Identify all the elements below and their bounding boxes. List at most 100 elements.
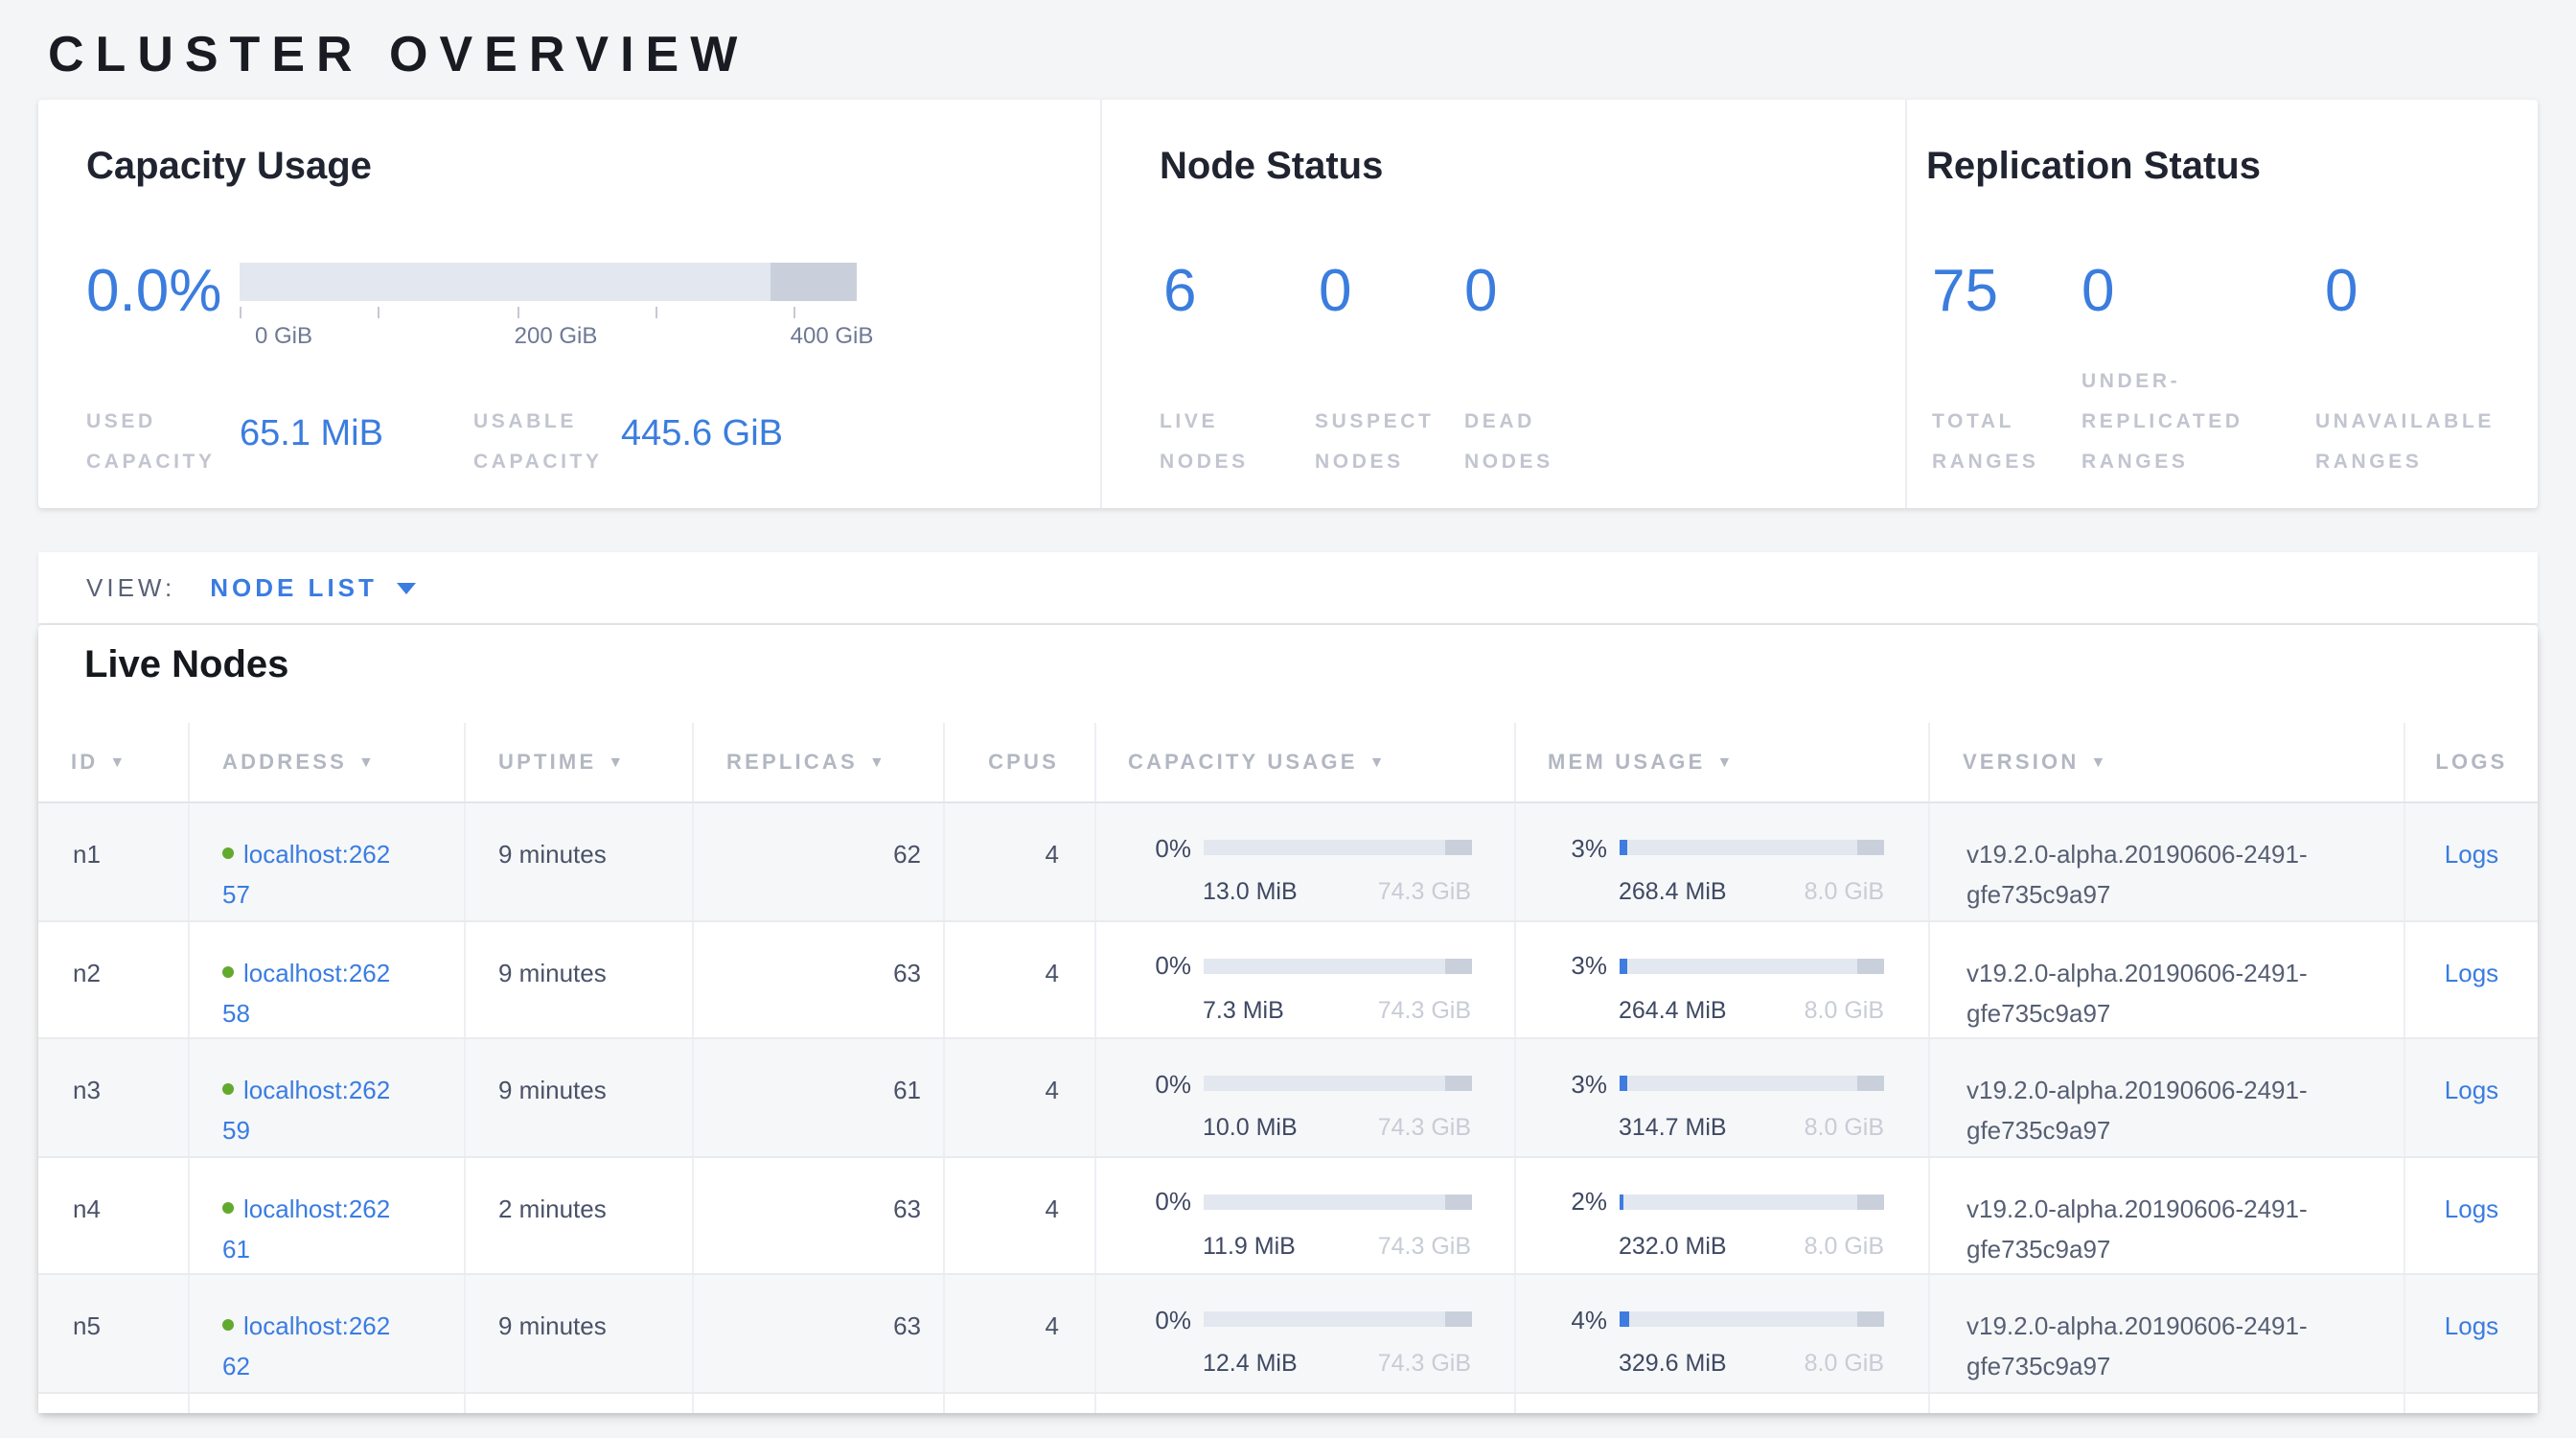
capacity-axis-ticks	[240, 307, 857, 318]
view-dropdown[interactable]: NODE LIST	[210, 573, 416, 602]
capacity-usage-bar	[1203, 840, 1471, 855]
node-address: localhost:26261	[222, 1188, 399, 1268]
sort-caret-icon: ▼	[1717, 754, 1736, 771]
node-address-link[interactable]: localhost:26258	[222, 958, 390, 1027]
axis-tick-label: 0 GiB	[255, 322, 312, 349]
live-nodes-count: 6	[1163, 257, 1197, 326]
table-row: n3 localhost:26259 9 minutes 61 4 0% 10.…	[38, 1039, 2538, 1157]
node-id: n4	[38, 1157, 190, 1273]
page-title: CLUSTER OVERVIEW	[48, 25, 748, 84]
live-status-dot-icon	[222, 1319, 234, 1331]
node-version: v19.2.0-alpha.20190606-2491-gfe735c9a97	[1930, 803, 2405, 919]
capacity-usage-bar	[1203, 1194, 1471, 1209]
capacity-bar-reserved-segment	[770, 263, 857, 301]
axis-tick-label: 200 GiB	[515, 322, 598, 349]
node-address: localhost:26257	[222, 834, 399, 915]
column-header-replicas[interactable]: REPLICAS▼	[694, 723, 944, 801]
node-id: n2	[38, 921, 190, 1037]
node-version: v19.2.0-alpha.20190606-2491-gfe735c9a97	[1930, 1039, 2405, 1155]
column-header-id[interactable]: ID▼	[38, 723, 190, 801]
table-row: n5 localhost:26262 9 minutes 63 4 0% 12.…	[38, 1275, 2538, 1393]
column-header-uptime[interactable]: UPTIME▼	[466, 723, 694, 801]
under-replicated-count: 0	[2082, 257, 2115, 326]
node-address: localhost:26259	[222, 1070, 399, 1150]
live-nodes-label: LIVENODES	[1160, 403, 1249, 483]
under-replicated-label: UNDER-REPLICATEDRANGES	[2082, 362, 2243, 483]
logs-link[interactable]: Logs	[2445, 958, 2498, 986]
mem-usage-bar	[1619, 1194, 1884, 1209]
mem-usage-cell: 2% 232.0 MiB8.0 GiB	[1515, 1157, 1930, 1273]
mem-usage-cell: 3% 264.4 MiB8.0 GiB	[1515, 921, 1930, 1037]
live-status-dot-icon	[222, 847, 234, 859]
logs-link[interactable]: Logs	[2445, 1194, 2498, 1222]
column-header-cpus: CPUS	[944, 723, 1095, 801]
logs-link[interactable]: Logs	[2445, 1311, 2498, 1340]
mem-usage-cell: 3% 314.7 MiB8.0 GiB	[1515, 1039, 1930, 1155]
column-header-capacity-usage[interactable]: CAPACITY USAGE▼	[1095, 723, 1515, 801]
live-status-dot-icon	[222, 1201, 234, 1213]
capacity-bar	[240, 263, 857, 301]
node-cpus: 4	[944, 1157, 1095, 1273]
node-id: n1	[38, 803, 190, 919]
node-address-link[interactable]: localhost:26262	[222, 1311, 390, 1380]
capacity-used-percent: 0.0%	[86, 257, 221, 326]
table-row: n1 localhost:26257 9 minutes 62 4 0% 13.…	[38, 803, 2538, 921]
usable-capacity-label: USABLECAPACITY	[473, 403, 603, 483]
suspect-nodes-label: SUSPECTNODES	[1315, 403, 1434, 483]
table-row-partial	[38, 1393, 2538, 1413]
column-header-address[interactable]: ADDRESS▼	[190, 723, 466, 801]
node-uptime: 9 minutes	[466, 921, 694, 1037]
capacity-usage-bar	[1203, 1076, 1471, 1091]
capacity-usage-cell: 0% 7.3 MiB74.3 GiB	[1095, 921, 1515, 1037]
sort-caret-icon: ▼	[608, 754, 626, 771]
mem-usage-cell: 3% 268.4 MiB8.0 GiB	[1515, 803, 1930, 919]
node-replicas: 62	[694, 803, 944, 919]
node-replicas: 63	[694, 1157, 944, 1273]
node-address-link[interactable]: localhost:26261	[222, 1194, 390, 1263]
mem-usage-bar	[1619, 840, 1884, 855]
mem-usage-bar	[1619, 1311, 1884, 1327]
live-nodes-card: Live Nodes ID▼ ADDRESS▼ UPTIME▼ REPLICAS…	[38, 625, 2538, 1413]
node-replicas: 63	[694, 921, 944, 1037]
total-ranges-count: 75	[1932, 257, 1998, 326]
node-status-heading: Node Status	[1160, 146, 1383, 190]
view-label: VIEW:	[86, 573, 175, 602]
sort-caret-icon: ▼	[1369, 754, 1388, 771]
live-status-dot-icon	[222, 965, 234, 977]
node-uptime: 9 minutes	[466, 1275, 694, 1391]
used-capacity-label: USEDCAPACITY	[86, 403, 216, 483]
node-id: n5	[38, 1275, 190, 1391]
mem-usage-bar	[1619, 1076, 1884, 1091]
used-capacity-value: 65.1 MiB	[240, 412, 383, 458]
node-cpus: 4	[944, 1039, 1095, 1155]
view-dropdown-value: NODE LIST	[210, 573, 378, 602]
node-address-link[interactable]: localhost:26257	[222, 840, 390, 909]
node-replicas: 63	[694, 1275, 944, 1391]
capacity-usage-bar	[1203, 1311, 1471, 1327]
column-header-version[interactable]: VERSION▼	[1930, 723, 2405, 801]
chevron-down-icon	[397, 582, 416, 593]
mem-usage-bar	[1619, 958, 1884, 973]
node-cpus: 4	[944, 803, 1095, 919]
column-header-logs: LOGS	[2405, 723, 2538, 801]
node-version: v19.2.0-alpha.20190606-2491-gfe735c9a97	[1930, 1275, 2405, 1391]
logs-link[interactable]: Logs	[2445, 840, 2498, 869]
unavailable-ranges-label: UNAVAILABLERANGES	[2315, 403, 2495, 483]
table-header-row: ID▼ ADDRESS▼ UPTIME▼ REPLICAS▼ CPUS CAPA…	[38, 723, 2538, 803]
node-uptime: 9 minutes	[466, 1039, 694, 1155]
view-selector-bar: VIEW: NODE LIST	[38, 552, 2538, 623]
section-divider	[1905, 100, 1907, 508]
column-header-mem-usage[interactable]: MEM USAGE▼	[1515, 723, 1930, 801]
capacity-usage-bar	[1203, 958, 1471, 973]
section-divider	[1100, 100, 1102, 508]
node-address-link[interactable]: localhost:26259	[222, 1076, 390, 1145]
node-uptime: 2 minutes	[466, 1157, 694, 1273]
capacity-usage-cell: 0% 10.0 MiB74.3 GiB	[1095, 1039, 1515, 1155]
live-status-dot-icon	[222, 1083, 234, 1095]
node-address: localhost:26262	[222, 1306, 399, 1386]
sort-caret-icon: ▼	[2090, 754, 2108, 771]
dead-nodes-label: DEADNODES	[1464, 403, 1553, 483]
node-cpus: 4	[944, 1275, 1095, 1391]
logs-link[interactable]: Logs	[2445, 1076, 2498, 1104]
live-nodes-heading: Live Nodes	[84, 644, 288, 688]
